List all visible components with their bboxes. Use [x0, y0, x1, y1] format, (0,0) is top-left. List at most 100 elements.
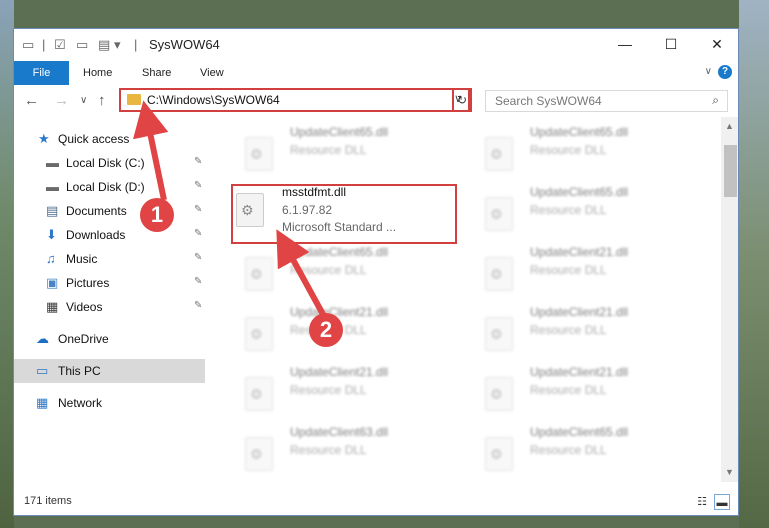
refresh-button[interactable]: ↻ — [452, 88, 472, 112]
file-description: Resource DLL — [290, 263, 367, 277]
file-name: UpdateClient65.dll — [290, 125, 389, 139]
sidebar-item-label: Videos — [66, 300, 103, 314]
back-button[interactable]: ← — [24, 92, 39, 109]
step-2-callout: 2 — [309, 313, 343, 347]
tab-view[interactable]: View — [200, 61, 224, 85]
search-input[interactable]: Search SysWOW64 ⌕ — [485, 90, 728, 112]
gear-icon: ⚙ — [250, 446, 263, 462]
sidebar-item-label: Local Disk (C:) — [66, 156, 145, 170]
sidebar-item-label: Network — [58, 396, 103, 410]
dll-file-icon: ⚙ — [245, 377, 273, 411]
gear-icon: ⚙ — [490, 386, 503, 402]
vertical-scrollbar[interactable]: ▲ ▼ — [721, 117, 738, 482]
file-item[interactable]: ⚙ UpdateClient21.dll Resource DLL — [471, 363, 701, 419]
pin-icon: ✎ — [194, 204, 203, 215]
sidebar-item-pictures[interactable]: ▣ Pictures ✎ — [14, 271, 205, 295]
star-icon: ★ — [38, 131, 50, 146]
gear-icon: ⚙ — [490, 326, 503, 342]
sidebar-item-network[interactable]: ▦ Network — [14, 391, 205, 415]
file-name: UpdateClient21.dll — [530, 305, 629, 319]
sidebar-item-local-disk-d[interactable]: ▬ Local Disk (D:) ✎ — [14, 175, 205, 199]
search-icon: ⌕ — [712, 93, 719, 107]
maximize-button[interactable]: ☐ — [648, 29, 694, 60]
computer-icon: ▭ — [36, 363, 49, 378]
sidebar-item-music[interactable]: ♫ Music ✎ — [14, 247, 205, 271]
minimize-button[interactable]: — — [602, 29, 648, 60]
sidebar-item-local-disk-c[interactable]: ▬ Local Disk (C:) ✎ — [14, 151, 205, 175]
dll-file-icon: ⚙ — [245, 317, 273, 351]
dll-file-icon: ⚙ — [485, 437, 513, 471]
file-name: UpdateClient21.dll — [290, 365, 389, 379]
sidebar-item-videos[interactable]: ▦ Videos ✎ — [14, 295, 205, 319]
sidebar-item-downloads[interactable]: ⬇ Downloads ✎ — [14, 223, 205, 247]
file-item[interactable]: ⚙ UpdateClient65.dll Resource DLL — [471, 183, 701, 239]
recent-locations-button[interactable]: ∨ — [80, 95, 87, 106]
scrollbar-thumb[interactable] — [724, 145, 737, 197]
dll-file-icon: ⚙ — [245, 257, 273, 291]
file-item[interactable]: ⚙ UpdateClient63.dll Resource DLL — [231, 423, 461, 479]
separator-icon: | — [42, 37, 46, 52]
address-bar[interactable]: C:\Windows\SysWOW64 ∨ — [119, 88, 470, 112]
desktop-background-right — [739, 0, 769, 528]
sidebar-item-quick-access[interactable]: ★ Quick access — [14, 127, 205, 151]
expand-ribbon-icon[interactable]: ∨ — [705, 66, 712, 77]
forward-button[interactable]: → — [54, 92, 69, 109]
file-item[interactable]: ⚙ UpdateClient21.dll Resource DLL — [471, 303, 701, 359]
gear-icon: ⚙ — [250, 386, 263, 402]
sidebar-item-label: OneDrive — [58, 332, 109, 346]
file-item[interactable]: ⚙ UpdateClient21.dll Resource DLL — [231, 303, 461, 359]
file-item[interactable]: ⚙ UpdateClient65.dll Resource DLL — [471, 123, 701, 179]
new-folder-icon[interactable]: ▭ — [76, 37, 88, 53]
gear-icon: ⚙ — [490, 266, 503, 282]
file-description: Resource DLL — [290, 443, 367, 457]
sidebar-item-documents[interactable]: ▤ Documents ✎ — [14, 199, 205, 223]
tab-file[interactable]: File — [14, 61, 69, 85]
file-item[interactable]: ⚙ UpdateClient65.dll Resource DLL — [231, 243, 461, 299]
dll-file-icon: ⚙ — [485, 137, 513, 171]
close-button[interactable]: ✕ — [694, 29, 738, 60]
file-item[interactable]: ⚙ UpdateClient65.dll Resource DLL — [471, 423, 701, 479]
up-button[interactable]: ↑ — [98, 92, 106, 109]
navigation-bar: ← → ∨ ↑ C:\Windows\SysWOW64 ∨ ↻ Search S… — [14, 85, 738, 117]
pin-icon: ✎ — [194, 252, 203, 263]
music-icon: ♫ — [46, 251, 56, 266]
tab-home[interactable]: Home — [83, 61, 112, 85]
view-icon[interactable]: ▤ — [98, 37, 110, 53]
dll-file-icon: ⚙ — [485, 257, 513, 291]
folder-icon — [127, 94, 141, 105]
properties-icon[interactable]: ☑ — [54, 37, 66, 53]
scroll-down-icon[interactable]: ▼ — [725, 467, 734, 477]
address-path[interactable]: C:\Windows\SysWOW64 — [147, 93, 280, 107]
sidebar-item-label: Quick access — [58, 132, 130, 146]
pin-icon: ✎ — [194, 228, 203, 239]
dll-file-icon: ⚙ — [485, 197, 513, 231]
scroll-up-icon[interactable]: ▲ — [725, 121, 734, 131]
pin-icon: ✎ — [194, 156, 203, 167]
title-bar: ▭ | ☑ ▭ ▤ ▾ | SysWOW64 — ☐ ✕ — [14, 29, 738, 61]
file-list: ⚙ UpdateClient65.dll Resource DLL ⚙ Upda… — [221, 117, 721, 482]
file-item[interactable]: ⚙ UpdateClient21.dll Resource DLL — [231, 363, 461, 419]
selected-file-highlight — [231, 184, 457, 244]
gear-icon: ⚙ — [490, 206, 503, 222]
sidebar-item-onedrive[interactable]: ☁ OneDrive — [14, 327, 205, 351]
sidebar-item-this-pc[interactable]: ▭ This PC — [14, 359, 205, 383]
gear-icon: ⚙ — [250, 146, 263, 162]
help-icon[interactable]: ? — [718, 65, 732, 79]
sidebar-item-label: Pictures — [66, 276, 110, 290]
file-item[interactable]: ⚙ UpdateClient21.dll Resource DLL — [471, 243, 701, 299]
customize-quick-access-icon[interactable]: ▾ — [114, 37, 121, 53]
tab-share[interactable]: Share — [142, 61, 171, 85]
network-icon: ▦ — [36, 395, 49, 410]
file-item[interactable]: ⚙ UpdateClient65.dll Resource DLL — [231, 123, 461, 179]
details-view-icon[interactable]: ☷ — [694, 494, 710, 510]
window-title: SysWOW64 — [149, 37, 220, 52]
drive-icon: ▬ — [46, 179, 59, 194]
file-name: UpdateClient21.dll — [290, 305, 389, 319]
sidebar-item-label: This PC — [58, 364, 101, 378]
large-icons-view-icon[interactable]: ▬ — [714, 494, 730, 510]
pin-icon: ✎ — [194, 276, 203, 287]
file-name: UpdateClient21.dll — [530, 245, 629, 259]
file-name: UpdateClient65.dll — [530, 185, 629, 199]
search-placeholder: Search SysWOW64 — [495, 94, 602, 108]
file-description: Resource DLL — [530, 323, 607, 337]
